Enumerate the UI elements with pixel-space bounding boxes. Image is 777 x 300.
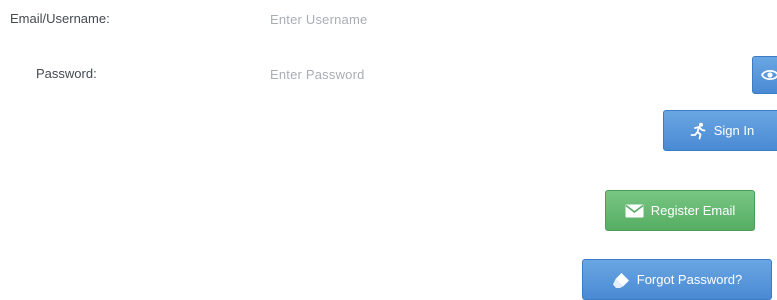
eye-icon [761,68,777,82]
register-email-label: Register Email [650,203,736,218]
sign-in-button[interactable]: Sign In [663,110,777,151]
password-label: Password: [36,66,97,81]
envelope-icon [625,204,644,218]
running-person-icon [689,122,707,140]
sign-in-label: Sign In [713,123,755,138]
show-password-button[interactable] [752,56,777,94]
email-label: Email/Username: [10,11,110,26]
forgot-password-label: Forgot Password? [636,272,743,287]
username-input[interactable] [270,10,570,28]
password-input[interactable] [270,65,570,83]
eraser-icon [612,272,630,288]
forgot-password-button[interactable]: Forgot Password? [582,259,772,300]
register-email-button[interactable]: Register Email [605,190,755,231]
